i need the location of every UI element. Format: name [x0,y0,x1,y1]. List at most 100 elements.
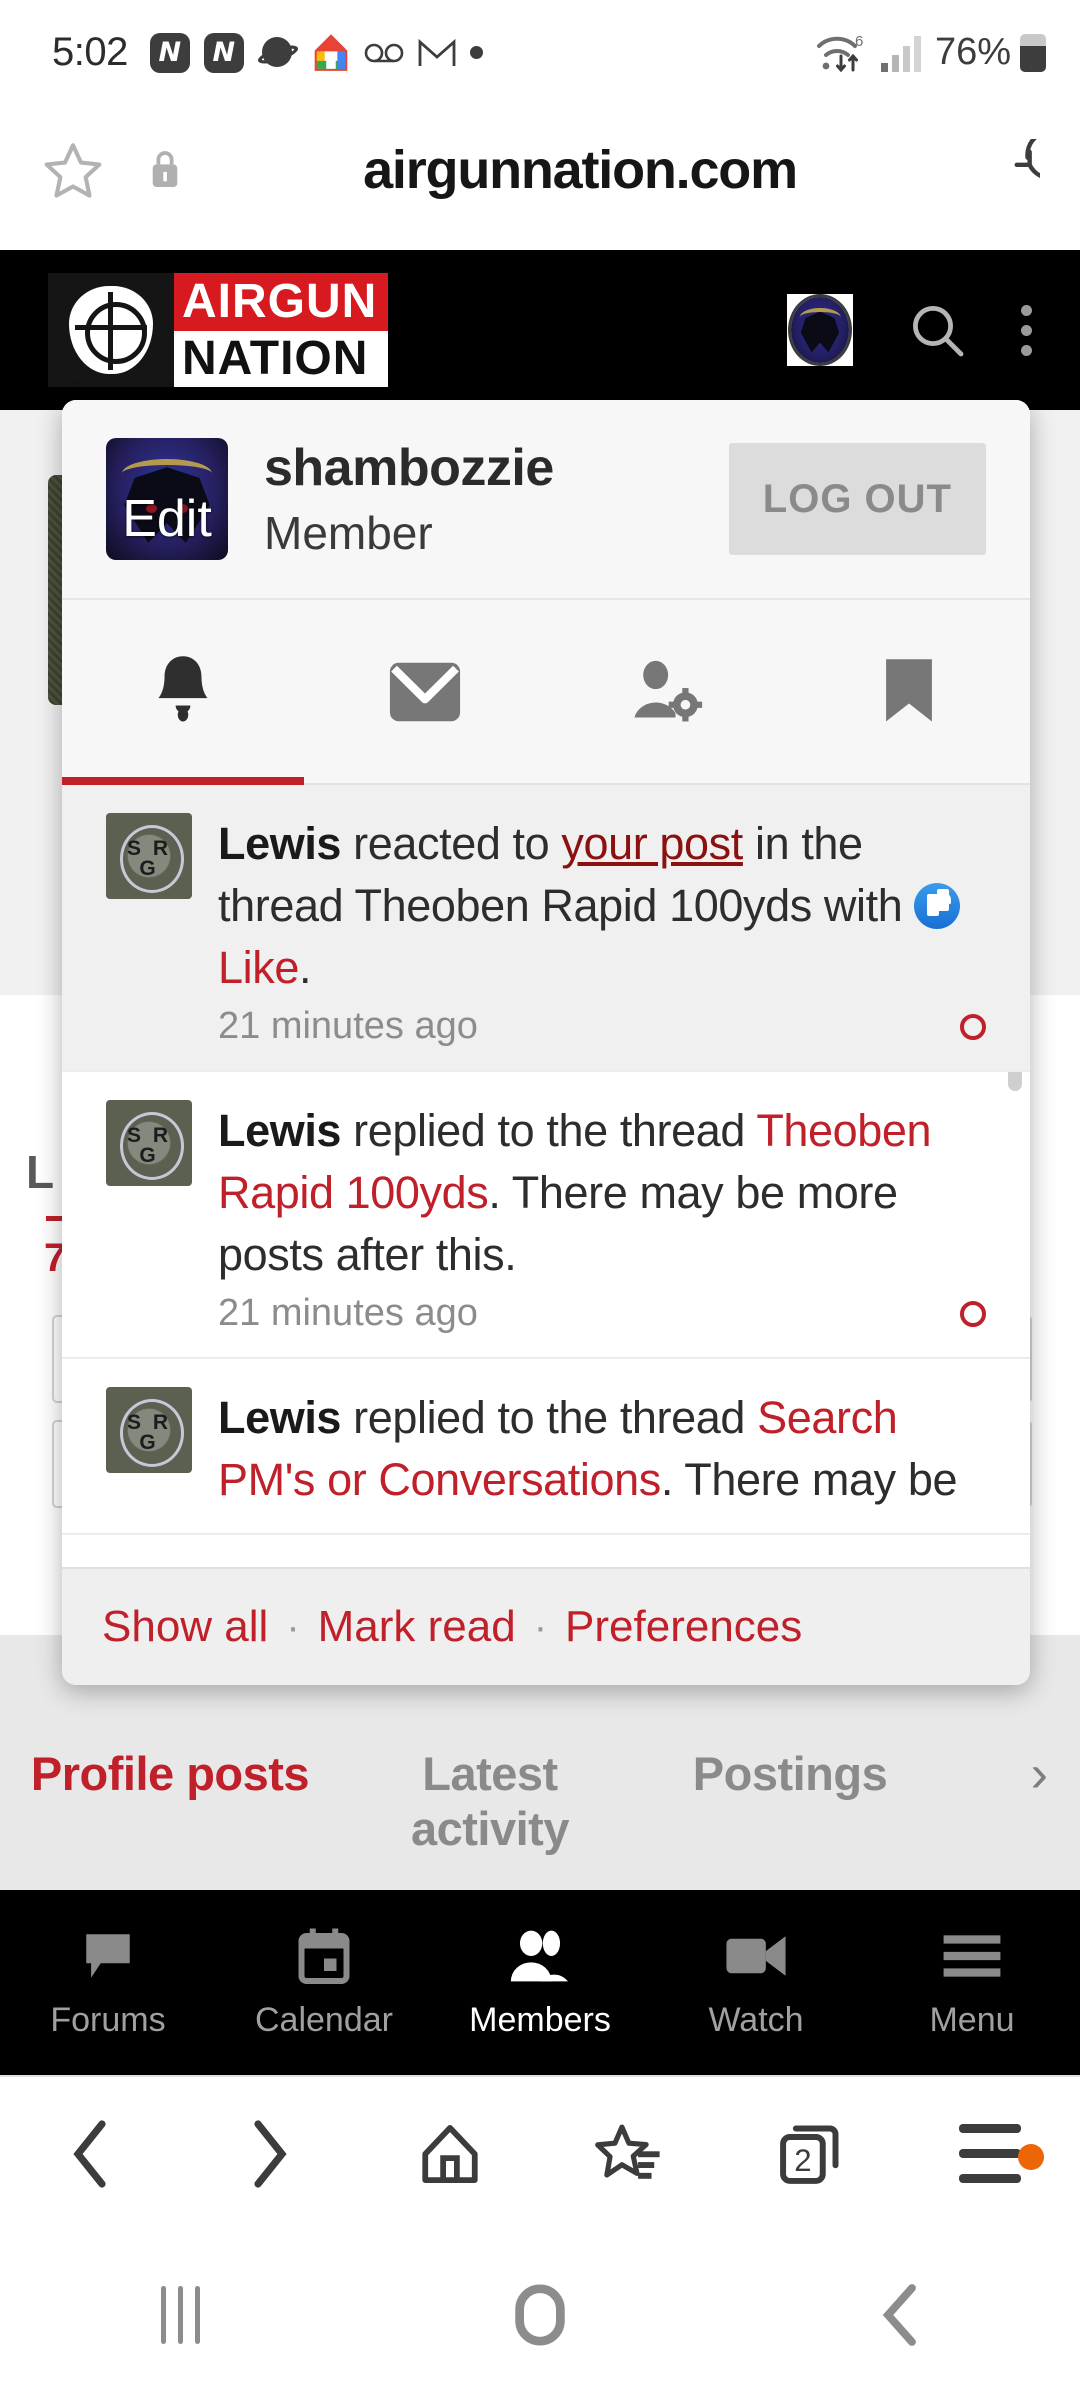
update-dot [1018,2144,1044,2170]
bookmarks-tab[interactable] [788,600,1030,783]
system-back-button[interactable] [720,2282,1080,2348]
people-icon [507,1925,573,1987]
calendar-icon [296,1925,352,1987]
log-out-button[interactable]: LOG OUT [728,443,986,555]
browser-tab-switcher-button[interactable]: 2 [720,2118,900,2190]
tab-postings[interactable]: Postings [640,1746,940,1801]
reload-icon[interactable] [978,139,1040,201]
mark-read-link[interactable]: Mark read [318,1602,516,1652]
hamburger-icon [941,1925,1003,1987]
account-dropdown-panel: Edit shambozzie Member LOG OUT S R G Lew… [62,400,1030,1685]
battery-icon [1020,33,1046,72]
site-header-bar: AIRGUN NATION [0,250,1080,410]
browser-forward-button[interactable] [180,2118,360,2190]
chevron-right-icon[interactable]: › [1031,1744,1048,1804]
nav-label-forums: Forums [50,2001,166,2039]
mark-unread-toggle[interactable] [960,1300,986,1327]
notification-action-pre: reacted to [341,818,562,869]
nav-label-calendar: Calendar [255,2001,393,2039]
notification-action-pre: replied to the thread [341,1392,758,1443]
mark-unread-toggle[interactable] [960,1013,986,1040]
notification-list[interactable]: S RG Lewis reacted to your post in the t… [62,785,1030,1567]
back-chevron-icon [874,2282,926,2348]
browser-back-button[interactable] [0,2118,180,2190]
kebab-menu-icon[interactable] [1021,304,1032,356]
android-status-bar: 5:02 N N 6 76% [0,0,1080,105]
voicemail-icon [364,40,404,66]
wifi-6-icon: 6 [815,30,871,76]
battery-percent-label: 76% [934,31,1011,73]
site-logo[interactable]: AIRGUN NATION [48,273,388,387]
svg-text:6: 6 [855,33,863,50]
notification-timestamp: 21 minutes ago [218,1292,478,1334]
list-item[interactable]: S RG Lewis reacted to your post in the t… [62,785,1030,1072]
notification-action-post: . There may be [660,1454,958,1505]
avatar: S RG [106,1387,192,1473]
avatar[interactable]: Edit [106,438,228,560]
alerts-tab[interactable] [62,600,304,785]
list-item[interactable]: S RG Lewis replied to the thread Theoben… [62,1072,1030,1359]
footer-separator: · [533,1604,548,1649]
logo-text-airgun: AIRGUN [174,273,388,331]
notification-text: Lewis reacted to your post in the thread… [218,813,986,999]
android-system-nav [0,2230,1080,2400]
browser-menu-button[interactable] [900,2124,1080,2183]
nav-item-members[interactable]: Members [432,1925,648,2040]
browser-home-button[interactable] [360,2121,540,2187]
system-recents-button[interactable] [0,2286,360,2344]
google-home-icon [312,33,350,72]
browser-bookmarks-button[interactable] [540,2121,720,2187]
notification-actor: Lewis [218,1392,342,1443]
nav-item-watch[interactable]: Watch [648,1925,864,2040]
nav-item-forums[interactable]: Forums [0,1925,216,2040]
nav-label-members: Members [469,2001,611,2039]
nitro-app-icon: N [203,32,244,73]
cellular-signal-icon [880,33,926,73]
conversations-tab[interactable] [304,600,546,783]
system-home-button[interactable] [360,2283,720,2347]
account-username: shambozzie [264,439,554,497]
avatar-edit-label[interactable]: Edit [106,493,228,545]
bookmark-star-icon[interactable] [40,137,106,203]
hamburger-menu-icon [959,2124,1021,2183]
account-user-title: Member [264,507,433,559]
notification-reaction-label: Like [218,942,299,993]
status-bar-clock: 5:02 [52,30,128,74]
video-camera-icon [724,1925,788,1987]
profile-tab-row: Profile posts Latest activity Postings › [0,1700,1080,1903]
bell-icon [146,652,220,732]
nav-label-menu: Menu [929,2001,1015,2039]
notification-text: Lewis replied to the thread Search PM's … [218,1387,986,1511]
nav-item-calendar[interactable]: Calendar [216,1925,432,2040]
crosshair-icon [48,273,174,387]
speech-bubble-icon [77,1925,139,1987]
gmail-icon [418,38,456,68]
nav-item-menu[interactable]: Menu [864,1925,1080,2040]
browser-url-bar[interactable]: airgunnation.com [0,105,1080,235]
account-settings-tab[interactable] [546,600,788,783]
notification-action-pre: replied to the thread [341,1105,757,1156]
notification-post-link[interactable]: your post [561,818,743,869]
saturn-icon [255,33,300,73]
tab-profile-posts[interactable]: Profile posts [0,1746,340,1903]
notification-text: Lewis replied to the thread Theoben Rapi… [218,1100,986,1286]
search-icon[interactable] [905,298,969,362]
user-gear-icon [627,658,707,726]
notification-actor: Lewis [218,818,342,869]
account-dropdown-tabs [62,600,1030,785]
dot-icon [469,46,483,59]
tab-latest-activity[interactable]: Latest activity [340,1746,640,1856]
avatar: S RG [106,813,192,899]
nitro-app-icon: N [149,32,190,73]
header-user-avatar[interactable] [787,294,853,366]
preferences-link[interactable]: Preferences [565,1602,802,1652]
home-pill-icon [512,2283,568,2347]
site-bottom-nav: Forums Calendar Members Watch Menu [0,1890,1080,2075]
list-item[interactable]: S RG Lewis replied to the thread Search … [62,1359,1030,1535]
avatar: S RG [106,1100,192,1186]
url-domain-label[interactable]: airgunnation.com [182,139,978,201]
notification-trailing: . [298,942,312,993]
envelope-icon [387,659,463,725]
show-all-link[interactable]: Show all [102,1602,268,1652]
nav-label-watch: Watch [708,2001,804,2039]
